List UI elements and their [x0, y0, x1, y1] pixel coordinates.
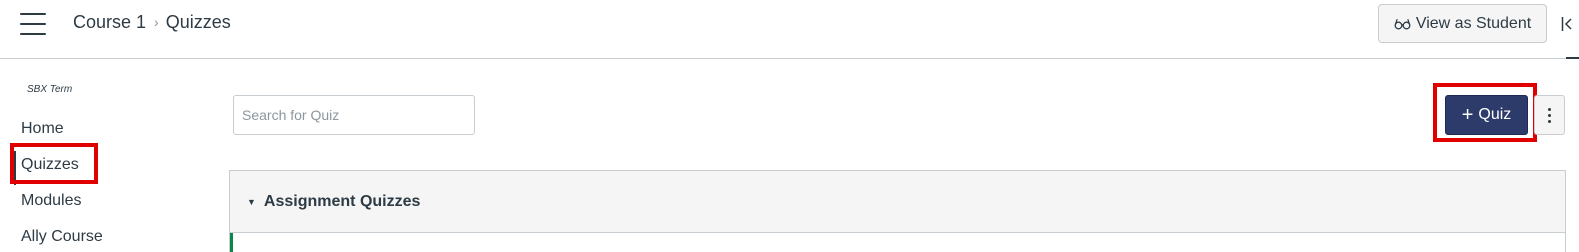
- more-options-icon[interactable]: [1534, 95, 1565, 135]
- view-as-student-label: View as Student: [1415, 14, 1532, 32]
- view-as-student-button[interactable]: View as Student: [1378, 4, 1547, 43]
- group-title: Assignment Quizzes: [263, 192, 421, 210]
- course-nav: Home Quizzes Modules Ally Course: [14, 114, 103, 252]
- nav-item-quizzes[interactable]: Quizzes: [14, 150, 103, 186]
- add-quiz-label: Quiz: [1478, 106, 1512, 123]
- quiz-row[interactable]: [229, 233, 1566, 252]
- breadcrumb-current: Quizzes: [165, 12, 231, 32]
- search-quiz-input[interactable]: [233, 95, 475, 135]
- breadcrumb-separator-icon: ›: [154, 14, 159, 30]
- caret-down-icon: ▼: [247, 196, 256, 207]
- hamburger-line: [20, 23, 46, 25]
- collapse-sidebar-icon[interactable]: [1561, 14, 1579, 34]
- hamburger-menu-icon[interactable]: [20, 13, 46, 35]
- plus-icon: +: [1461, 104, 1474, 126]
- nav-item-home[interactable]: Home: [14, 114, 103, 150]
- glasses-icon: [1394, 18, 1411, 30]
- hamburger-line: [20, 13, 46, 15]
- assignment-quizzes-group-toggle[interactable]: ▼ Assignment Quizzes: [229, 170, 1566, 233]
- nav-item-ally-course[interactable]: Ally Course: [14, 222, 103, 252]
- breadcrumb-course-link[interactable]: Course 1: [73, 11, 146, 33]
- hamburger-line: [20, 33, 46, 35]
- kebab-dot: [1548, 119, 1551, 123]
- term-label: SBX Term: [27, 84, 73, 95]
- header-divider: [0, 58, 1566, 59]
- add-quiz-button[interactable]: + Quiz: [1445, 95, 1528, 135]
- breadcrumb: Course 1 › Quizzes: [73, 11, 231, 33]
- page: Course 1 › Quizzes View as Student SBX T…: [0, 0, 1579, 252]
- kebab-dot: [1548, 113, 1551, 117]
- nav-item-modules[interactable]: Modules: [14, 186, 103, 222]
- right-edge-divider: [1566, 57, 1579, 65]
- kebab-dot: [1548, 107, 1551, 111]
